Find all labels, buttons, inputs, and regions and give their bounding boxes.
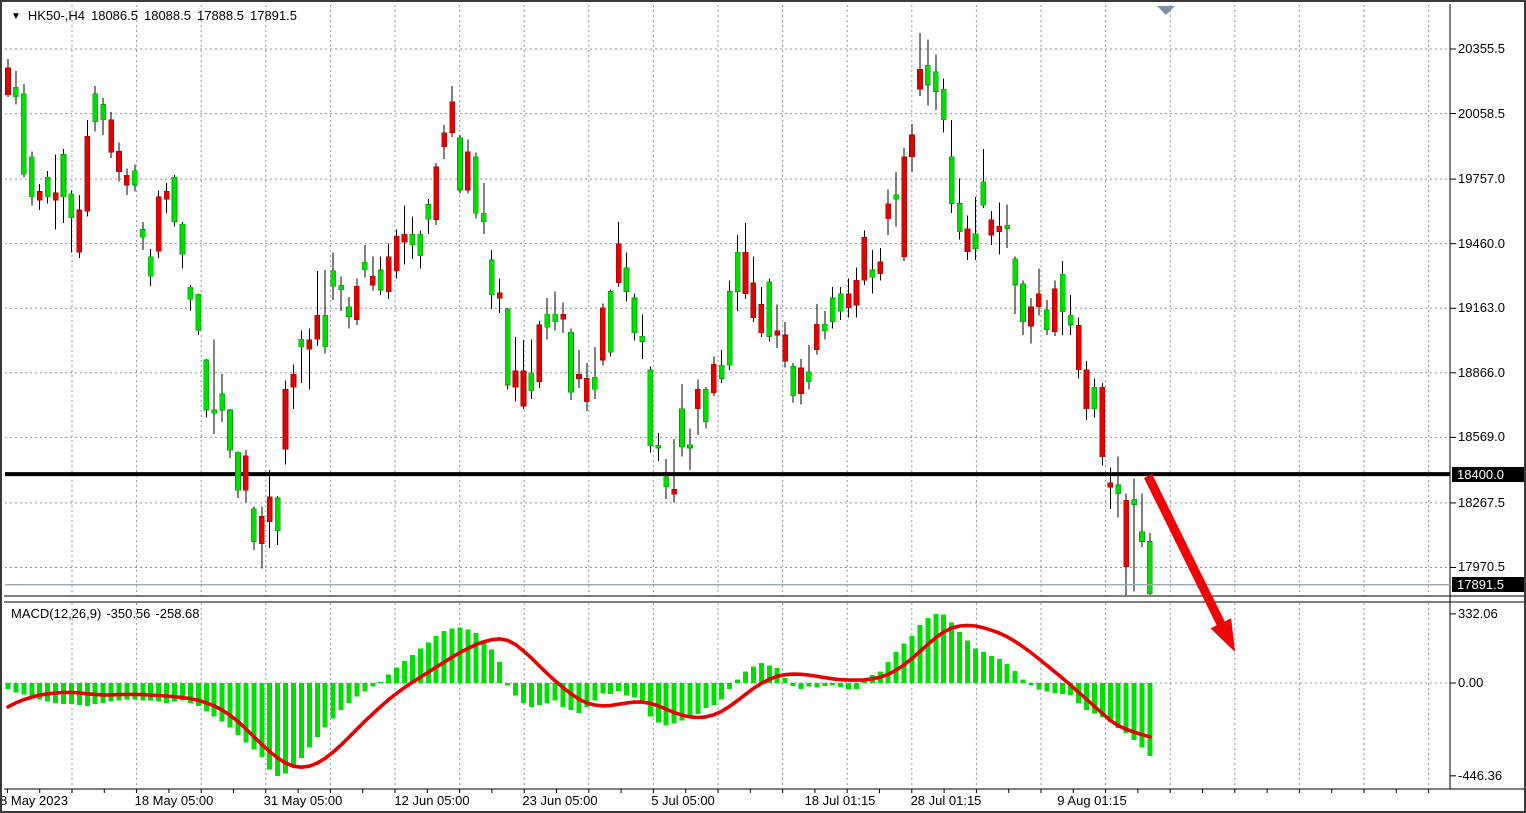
candlestick-chart[interactable]: [2, 2, 1526, 813]
time-axis-label: 9 Aug 01:15: [1037, 793, 1147, 808]
price-axis-label: 19460.0: [1458, 236, 1505, 251]
indicator-signal-value: -258.68: [155, 606, 199, 621]
price-axis-label: 19163.0: [1458, 300, 1505, 315]
time-axis-label: 23 Jun 05:00: [505, 793, 615, 808]
time-axis-label: 8 May 2023: [0, 793, 89, 808]
macd-axis-label: -446.36: [1458, 768, 1502, 783]
chart-window: ▼ HK50-,H4 18086.5 18088.5 17888.5 17891.5 MA…: [0, 0, 1526, 813]
price-axis-label: 18866.0: [1458, 365, 1505, 380]
price-axis-label: 20355.5: [1458, 41, 1505, 56]
indicator-macd-value: -350.56: [106, 606, 150, 621]
price-badge-resistance: 18400.0: [1452, 467, 1526, 482]
time-axis-label: 18 May 05:00: [119, 793, 229, 808]
price-axis-label: 19757.0: [1458, 171, 1505, 186]
price-axis-label: 18267.5: [1458, 495, 1505, 510]
symbol-title: ▼ HK50-,H4 18086.5 18088.5 17888.5 17891.5: [11, 8, 303, 25]
price-axis-label: 17970.5: [1458, 559, 1505, 574]
price-axis-label: 20058.5: [1458, 106, 1505, 121]
macd-axis-label: 0.00: [1458, 675, 1483, 690]
time-axis-label: 28 Jul 01:15: [891, 793, 1001, 808]
time-axis-label: 5 Jul 05:00: [628, 793, 738, 808]
time-axis-label: 18 Jul 01:15: [785, 793, 895, 808]
price-badge-last-price: 17891.5: [1452, 577, 1526, 592]
symbol-dropdown-icon[interactable]: ▼: [11, 9, 21, 24]
price-axis-label: 18569.0: [1458, 429, 1505, 444]
ohlc-high: 18088.5: [144, 8, 191, 23]
indicator-label: MACD(12,26,9) -350.56 -258.68: [11, 606, 205, 621]
time-axis-label: 31 May 05:00: [248, 793, 358, 808]
scroll-anchor-icon: [1157, 6, 1175, 15]
indicator-name: MACD(12,26,9): [11, 606, 101, 621]
ohlc-close: 17891.5: [250, 8, 297, 23]
ohlc-open: 18086.5: [91, 8, 138, 23]
ohlc-low: 17888.5: [197, 8, 244, 23]
symbol-name: HK50-,H4: [28, 8, 85, 23]
time-axis-label: 12 Jun 05:00: [377, 793, 487, 808]
macd-axis-label: 332.06: [1458, 606, 1498, 621]
